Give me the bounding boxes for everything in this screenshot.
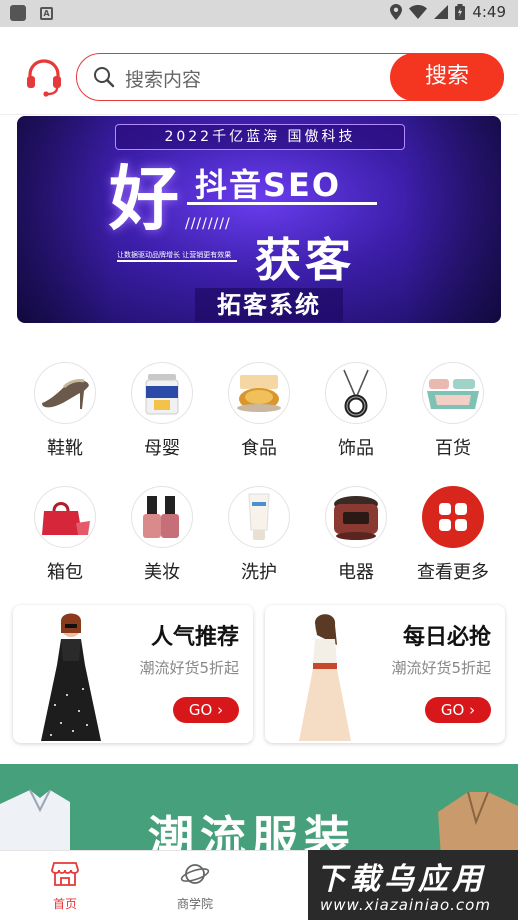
category-more[interactable]: 查看更多 bbox=[405, 486, 501, 610]
watermark-url: www.xiazainiao.com bbox=[320, 896, 491, 914]
promo-card-daily[interactable]: 每日必抢 潮流好货5折起 GO › bbox=[265, 605, 505, 743]
category-row: 箱包 美妆 洗护 电器 查看更多 bbox=[17, 486, 501, 610]
promo-title: 每日必抢 bbox=[402, 625, 491, 650]
app-notification-icon: A bbox=[40, 6, 53, 20]
search-bar[interactable]: 搜索内容 搜索 bbox=[76, 53, 504, 101]
rice-cooker-icon bbox=[325, 486, 387, 548]
model-image bbox=[299, 614, 351, 741]
category-label: 鞋靴 bbox=[47, 438, 83, 459]
fashion-banner[interactable]: 潮流服装 bbox=[0, 764, 518, 854]
category-grid: 鞋靴 母婴 食品 饰品 百货 箱包 美妆 洗护 电器 查看更多 bbox=[17, 362, 501, 610]
tab-home[interactable]: 首页 bbox=[20, 861, 110, 912]
category-appliances[interactable]: 电器 bbox=[308, 486, 404, 610]
category-jewelry[interactable]: 饰品 bbox=[308, 362, 404, 486]
banner-title-3: 拓客系统 bbox=[195, 288, 343, 322]
pastry-icon bbox=[228, 362, 290, 424]
grid-more-icon bbox=[422, 486, 484, 548]
chevron-right-icon: › bbox=[469, 701, 476, 719]
necklace-icon bbox=[325, 362, 387, 424]
status-left-icons: A bbox=[10, 5, 53, 21]
status-right: 4:49 bbox=[390, 3, 506, 21]
nail-polish-icon bbox=[131, 486, 193, 548]
coat-image bbox=[438, 791, 518, 854]
watermark-title: 下载乌应用 bbox=[316, 862, 486, 897]
category-care[interactable]: 洗护 bbox=[211, 486, 307, 610]
wifi-icon bbox=[409, 5, 428, 19]
bedding-icon bbox=[422, 362, 484, 424]
go-label: GO bbox=[188, 701, 213, 719]
category-goods[interactable]: 百货 bbox=[405, 362, 501, 486]
lotion-tube-icon bbox=[228, 486, 290, 548]
category-baby[interactable]: 母婴 bbox=[114, 362, 210, 486]
battery-icon bbox=[455, 4, 466, 20]
promo-subtitle: 潮流好货5折起 bbox=[391, 659, 491, 677]
banner-title-2: 获客 bbox=[255, 233, 355, 287]
banner-divider bbox=[187, 202, 377, 205]
shirt-image bbox=[0, 789, 70, 854]
planet-icon bbox=[180, 864, 210, 884]
go-button[interactable]: GO › bbox=[425, 697, 491, 723]
category-label: 洗护 bbox=[241, 562, 277, 583]
watermark-logo: 下载乌应用 www.xiazainiao.com bbox=[308, 850, 518, 920]
header: 搜索内容 搜索 bbox=[0, 27, 518, 115]
promo-card-popular[interactable]: 人气推荐 潮流好货5折起 GO › bbox=[13, 605, 253, 743]
customer-service-icon[interactable] bbox=[24, 57, 64, 97]
search-icon bbox=[94, 67, 115, 88]
chevron-right-icon: › bbox=[217, 701, 224, 719]
milk-formula-can-icon bbox=[131, 362, 193, 424]
fashion-banner-title: 潮流服装 bbox=[148, 811, 356, 854]
category-label: 箱包 bbox=[47, 562, 83, 583]
category-label: 美妆 bbox=[144, 562, 180, 583]
category-label: 食品 bbox=[241, 438, 277, 459]
banner-title-1: 抖音SEO bbox=[195, 166, 342, 204]
model-image bbox=[41, 613, 101, 741]
search-input[interactable]: 搜索内容 bbox=[125, 65, 201, 92]
promo-title: 人气推荐 bbox=[150, 625, 239, 650]
category-label: 百货 bbox=[435, 438, 471, 459]
banner-tag: 2022千亿蓝海 国傲科技 bbox=[115, 124, 405, 150]
tab-label: 商学院 bbox=[176, 897, 213, 911]
promo-subtitle: 潮流好货5折起 bbox=[139, 659, 239, 677]
status-bar: A 4:49 bbox=[0, 0, 518, 27]
banner-small-text: 让数据驱动品牌增长 让营销更有效果 bbox=[117, 250, 237, 262]
category-beauty[interactable]: 美妆 bbox=[114, 486, 210, 610]
category-label: 查看更多 bbox=[417, 562, 489, 583]
category-label: 电器 bbox=[338, 562, 374, 583]
search-button[interactable]: 搜索 bbox=[390, 53, 504, 101]
signal-icon bbox=[434, 5, 449, 19]
location-icon bbox=[390, 4, 403, 20]
banner-carousel[interactable]: 2022千亿蓝海 国傲科技 好 抖音SEO //////// 获客 让数据驱动品… bbox=[17, 116, 501, 323]
banner-hao: 好 bbox=[109, 158, 179, 240]
category-food[interactable]: 食品 bbox=[211, 362, 307, 486]
notification-icon bbox=[10, 5, 26, 21]
go-label: GO bbox=[440, 701, 465, 719]
category-row: 鞋靴 母婴 食品 饰品 百货 bbox=[17, 362, 501, 486]
tab-label: 首页 bbox=[52, 897, 77, 911]
category-label: 母婴 bbox=[144, 438, 180, 459]
handbag-icon bbox=[34, 486, 96, 548]
store-icon bbox=[51, 862, 79, 886]
high-heel-shoe-icon bbox=[34, 362, 96, 424]
go-button[interactable]: GO › bbox=[173, 697, 239, 723]
status-time: 4:49 bbox=[472, 3, 506, 21]
category-label: 饰品 bbox=[338, 438, 374, 459]
category-shoes[interactable]: 鞋靴 bbox=[17, 362, 113, 486]
tab-academy[interactable]: 商学院 bbox=[150, 861, 240, 912]
category-bags[interactable]: 箱包 bbox=[17, 486, 113, 610]
banner-slashes: //////// bbox=[185, 216, 231, 232]
